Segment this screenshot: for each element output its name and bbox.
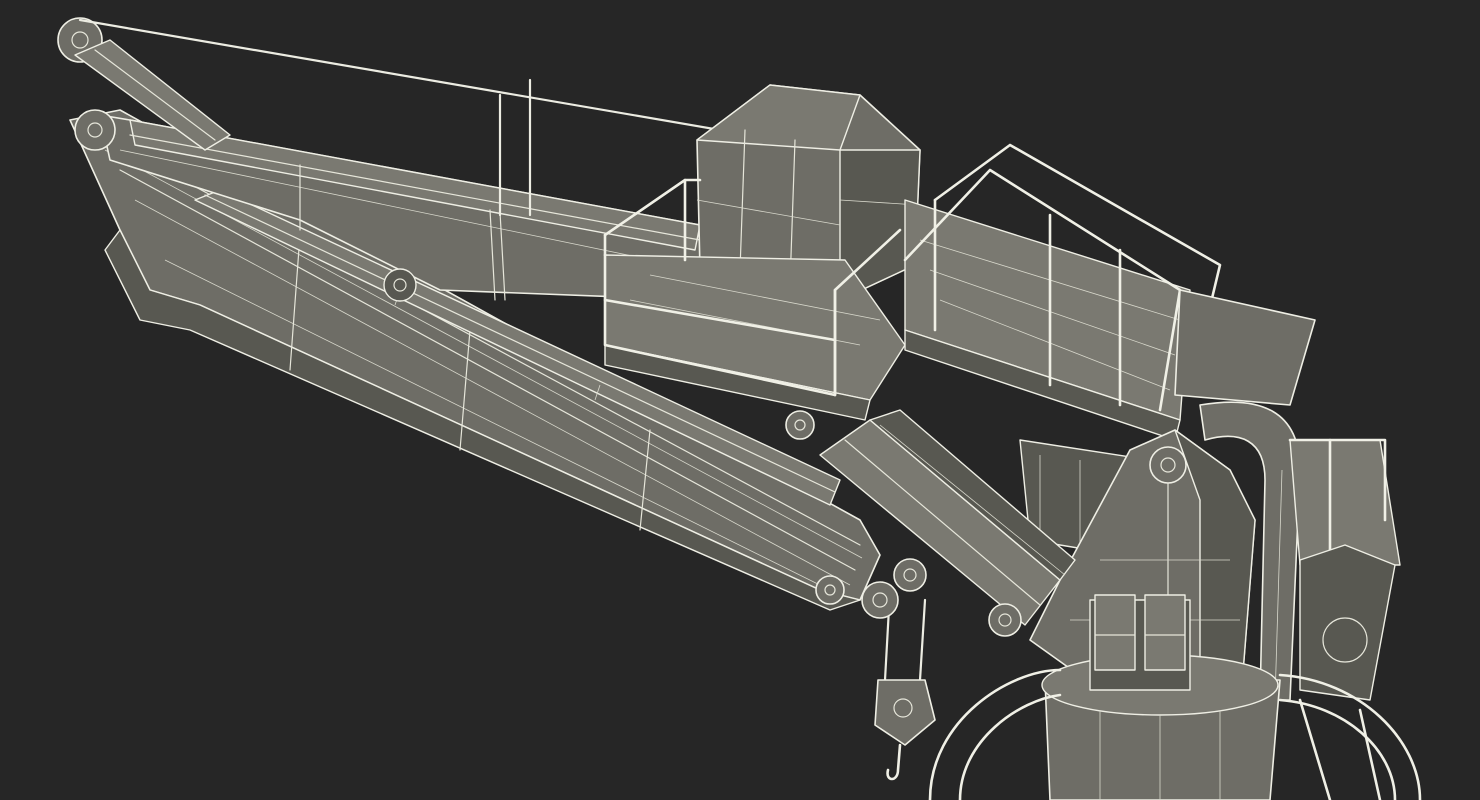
render-viewport <box>0 0 1480 800</box>
crane-wireframe-render <box>57 17 1422 800</box>
access-stairway <box>903 143 1222 441</box>
side-service-platform <box>1288 438 1401 701</box>
